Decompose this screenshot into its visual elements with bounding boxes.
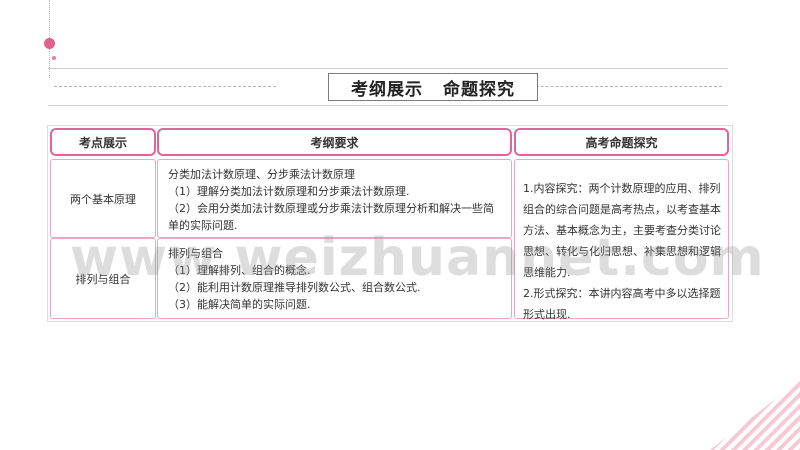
requirement-item: （2）能利用计数原理推导排列数公式、组合数公式. [168, 281, 421, 294]
requirement-heading: 分类加法计数原理、分步乘法计数原理 [168, 168, 355, 181]
table-row-2-requirements-cell: 排列与组合 （1）理解排列、组合的概念. （2）能利用计数原理推导排列数公式、组… [157, 238, 512, 319]
topic-label: 两个基本原理 [70, 192, 136, 206]
exam-exploration-cell: 1.内容探究：两个计数原理的应用、排列组合的综合问题是高考热点，以考查基本方法、… [514, 159, 729, 321]
table-row-1-topic-cell: 两个基本原理 [50, 159, 156, 238]
title-dash-left [54, 86, 276, 87]
requirement-item: （3）能解决简单的实际问题. [168, 298, 311, 311]
requirement-item: （1）理解排列、组合的概念. [168, 264, 311, 277]
requirement-heading: 排列与组合 [168, 247, 223, 260]
table-row-1-requirements-cell: 分类加法计数原理、分步乘法计数原理 （1）理解分类加法计数原理和分步乘法计数原理… [157, 159, 512, 238]
syllabus-table: 考点展示 考纲要求 高考命题探究 两个基本原理 分类加法计数原理、分步乘法计数原… [47, 125, 733, 322]
topic-label: 排列与组合 [75, 272, 131, 286]
title-dash-right [506, 86, 722, 87]
header-requirements: 考纲要求 [157, 128, 512, 156]
header-topic: 考点展示 [50, 128, 156, 156]
page-title-part2: 命题探究 [443, 79, 515, 100]
decorative-corner-stripes [710, 380, 800, 450]
page-title: 考纲展示 命题探究 [328, 73, 538, 101]
header-exam-exploration: 高考命题探究 [514, 128, 729, 156]
table-row-2-topic-cell: 排列与组合 [50, 238, 156, 319]
decorative-dot-small [52, 56, 56, 60]
requirement-item: （2）会用分类加法计数原理或分步乘法计数原理分析和解决一些简单的实际问题. [168, 202, 494, 232]
title-band: 考纲展示 命题探究 [48, 68, 728, 106]
exam-form-paragraph: 2.形式探究：本讲内容高考中多以选择题形式出现. [523, 287, 721, 321]
decorative-dot-large [44, 38, 55, 49]
exam-content-paragraph: 1.内容探究：两个计数原理的应用、排列组合的综合问题是高考热点，以考查基本方法、… [523, 182, 721, 279]
page-title-part1: 考纲展示 [351, 79, 423, 100]
requirement-item: （1）理解分类加法计数原理和分步乘法计数原理. [168, 185, 410, 198]
